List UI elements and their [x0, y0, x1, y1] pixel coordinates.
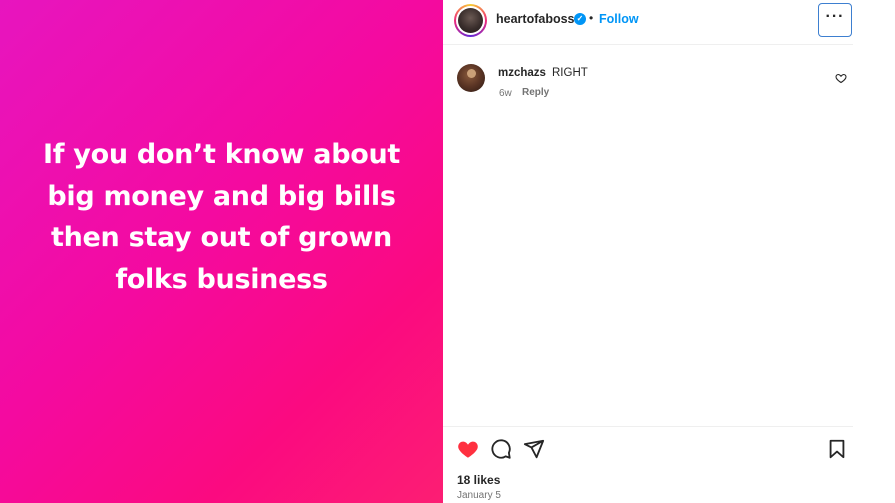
- post-header: heartofaboss ✓ • Follow ···: [443, 0, 853, 45]
- post-detail-panel: heartofaboss ✓ • Follow ··· mzchazs RIGH…: [443, 0, 853, 503]
- heart-outline-icon[interactable]: [835, 72, 847, 84]
- separator-dot: •: [589, 11, 594, 25]
- author-avatar[interactable]: [454, 4, 487, 37]
- follow-button[interactable]: Follow: [599, 12, 639, 26]
- comment-icon[interactable]: [490, 438, 512, 460]
- post-image-text: If you don’t know about big money and bi…: [42, 139, 401, 295]
- share-icon[interactable]: [523, 438, 545, 460]
- likes-count[interactable]: 18 likes: [457, 473, 500, 487]
- verified-badge-icon: ✓: [574, 13, 586, 25]
- heart-filled-icon[interactable]: [457, 438, 479, 460]
- right-gutter: [853, 0, 895, 503]
- bookmark-icon[interactable]: [827, 438, 847, 460]
- more-options-icon: ···: [825, 8, 845, 25]
- reply-button[interactable]: Reply: [522, 87, 549, 98]
- comment-timestamp[interactable]: 6w: [499, 88, 512, 99]
- comment-item: mzchazs RIGHT 6w Reply: [443, 56, 853, 106]
- author-username[interactable]: heartofaboss: [496, 12, 575, 26]
- commenter-avatar[interactable]: [457, 64, 485, 92]
- more-options-button[interactable]: ···: [818, 3, 852, 37]
- post-date[interactable]: January 5: [457, 490, 501, 501]
- post-media: If you don’t know about big money and bi…: [0, 0, 443, 503]
- avatar-photo: [458, 8, 483, 33]
- commenter-username[interactable]: mzchazs: [498, 67, 546, 79]
- footer-divider: [443, 426, 853, 427]
- comment-text: RIGHT: [552, 67, 588, 79]
